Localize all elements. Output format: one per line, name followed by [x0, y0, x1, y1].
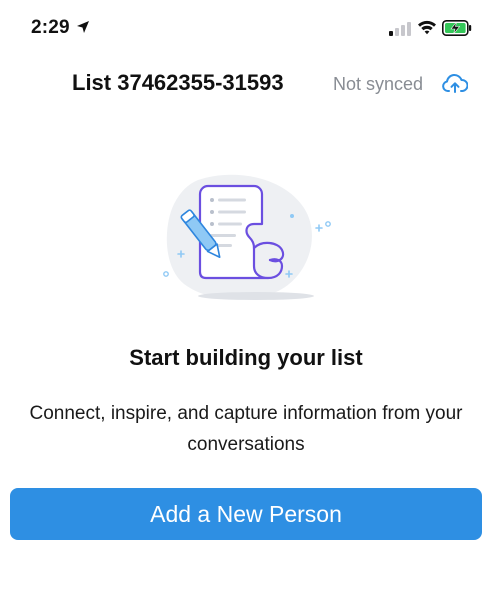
location-arrow-icon: [77, 21, 89, 33]
wifi-icon: [418, 20, 436, 35]
document-scroll-with-pen-illustration: [163, 174, 331, 300]
cellular-signal-icon: [389, 22, 411, 36]
battery-charging-icon: [442, 20, 472, 36]
cloud-upload-icon[interactable]: [442, 73, 468, 95]
add-new-person-button[interactable]: Add a New Person: [10, 488, 482, 540]
status-time: 2:29: [31, 17, 70, 38]
add-new-person-button-label: Add a New Person: [150, 500, 342, 527]
list-title: List 37462355-31593: [72, 70, 284, 95]
empty-state-description: Connect, inspire, and capture informatio…: [29, 403, 463, 455]
empty-state-title: Start building your list: [129, 345, 363, 370]
sync-status-label: Not synced: [333, 74, 424, 94]
status-bar: 2:29: [0, 0, 492, 60]
list-header: List 37462355-31593 Not synced: [0, 64, 492, 104]
